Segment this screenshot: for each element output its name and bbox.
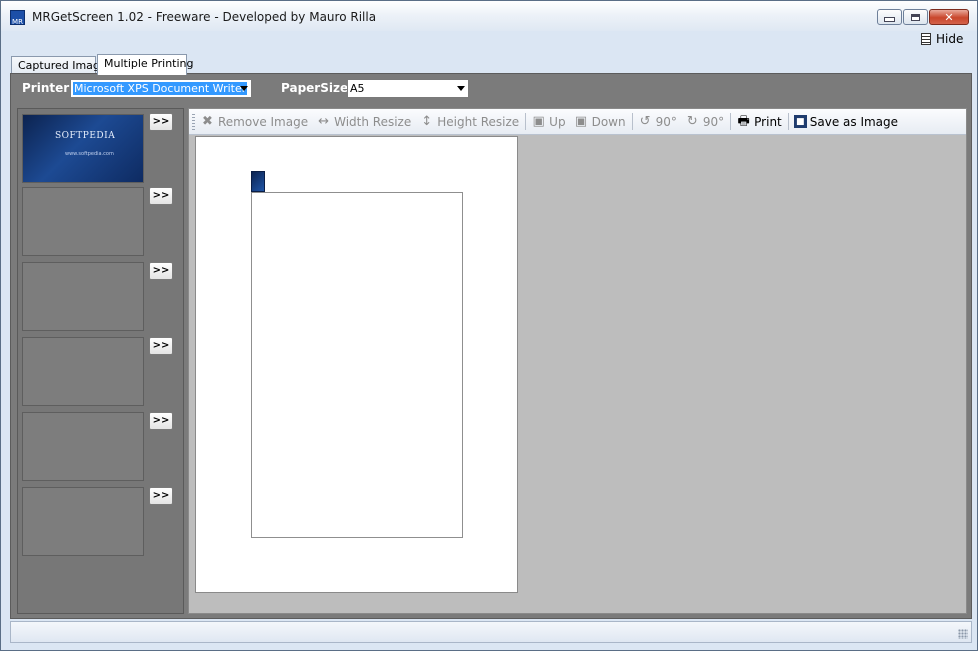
toolbar-grip[interactable] [192, 113, 195, 130]
thumbnail-slot-2[interactable] [22, 187, 144, 256]
hide-button[interactable]: Hide [921, 32, 963, 46]
add-to-page-button-5[interactable]: >> [149, 412, 173, 430]
close-button[interactable]: ✕ [929, 9, 969, 25]
up-label: Up [549, 114, 566, 129]
paper-page[interactable] [195, 136, 518, 593]
add-to-page-button-2[interactable]: >> [149, 187, 173, 205]
thumbnail-sub-text: www.softpedia.com [65, 151, 114, 157]
add-to-page-button-4[interactable]: >> [149, 337, 173, 355]
thumbnail-slot-4[interactable] [22, 337, 144, 406]
remove-image-button[interactable]: ✖ Remove Image [200, 114, 308, 129]
thumbnail-slot-1[interactable]: SOFTPEDIA www.softpedia.com [22, 114, 144, 183]
preview-toolbar: ✖ Remove Image ↔ Width Resize ↕ Height R… [189, 109, 966, 135]
multiple-printing-panel: Printer: Microsoft XPS Document Writer P… [10, 73, 972, 619]
status-bar [10, 621, 972, 643]
print-button[interactable]: 🖶 Print [736, 114, 782, 129]
app-icon: MR [10, 10, 25, 26]
document-icon [921, 33, 931, 45]
print-preview-area: ✖ Remove Image ↔ Width Resize ↕ Height R… [188, 108, 967, 614]
thumbnail-logo-text: SOFTPEDIA [55, 131, 116, 141]
width-resize-button[interactable]: ↔ Width Resize [316, 114, 411, 129]
window-controls: ✕ [876, 9, 969, 25]
add-to-page-button-1[interactable]: >> [149, 113, 173, 131]
height-resize-button[interactable]: ↕ Height Resize [419, 114, 519, 129]
save-as-image-label: Save as Image [809, 114, 899, 129]
tab-multiple-printing[interactable]: Multiple Printing [97, 54, 194, 75]
save-as-image-button[interactable]: ■ Save as Image [793, 114, 899, 129]
rotate-left-button[interactable]: ↺ 90° [638, 114, 677, 129]
bring-up-icon: ▣ [532, 114, 545, 129]
toolbar-separator [787, 113, 789, 130]
up-button[interactable]: ▣ Up [531, 114, 566, 129]
maximize-button[interactable] [903, 9, 928, 25]
width-resize-icon: ↔ [318, 114, 330, 129]
rotate-right-button[interactable]: ↻ 90° [685, 114, 724, 129]
app-window: MR MRGetScreen 1.02 - Freeware - Develop… [0, 0, 978, 651]
papersize-value: A5 [350, 82, 365, 95]
rotate-right-icon: ↻ [686, 114, 698, 129]
chevron-down-icon [457, 86, 465, 91]
thumbnail-slot-6[interactable] [22, 487, 144, 556]
add-to-page-button-6[interactable]: >> [149, 487, 173, 505]
close-icon: ✕ [944, 10, 954, 24]
rotate-left-label: 90° [655, 114, 677, 129]
thumbnail-slot-3[interactable] [22, 262, 144, 331]
toolbar-separator [525, 113, 527, 130]
printer-icon: 🖶 [737, 114, 750, 129]
height-resize-label: Height Resize [437, 114, 520, 129]
window-title: MRGetScreen 1.02 - Freeware - Developed … [32, 10, 377, 24]
papersize-select[interactable]: A5 [347, 79, 469, 98]
hide-label: Hide [936, 32, 964, 46]
toolbar-separator [631, 113, 633, 130]
rotate-left-icon: ↺ [639, 114, 651, 129]
rotate-right-label: 90° [702, 114, 725, 129]
remove-icon: ✖ [202, 114, 213, 129]
maximize-icon [911, 13, 920, 21]
send-down-icon: ▣ [574, 114, 588, 129]
resize-grip-icon[interactable] [958, 629, 968, 639]
down-button[interactable]: ▣ Down [574, 114, 626, 129]
floppy-disk-icon: ■ [793, 115, 807, 128]
printer-value: Microsoft XPS Document Writer [73, 82, 248, 95]
height-resize-icon: ↕ [421, 114, 433, 129]
add-to-page-button-3[interactable]: >> [149, 262, 173, 280]
printable-area-frame [251, 192, 463, 538]
title-bar[interactable]: MR MRGetScreen 1.02 - Freeware - Develop… [1, 1, 977, 31]
width-resize-label: Width Resize [334, 114, 412, 129]
tab-captured-image[interactable]: Captured Image [11, 56, 107, 74]
thumbnail-list[interactable]: SOFTPEDIA www.softpedia.com >> >> >> >> … [17, 108, 184, 614]
print-label: Print [754, 114, 782, 129]
chevron-down-icon [240, 86, 248, 91]
printer-label: Printer: [22, 81, 74, 95]
papersize-label: PaperSize: [281, 81, 353, 95]
placed-image[interactable] [251, 171, 265, 192]
thumbnail-slot-5[interactable] [22, 412, 144, 481]
printer-select[interactable]: Microsoft XPS Document Writer [70, 79, 252, 98]
down-label: Down [591, 114, 626, 129]
remove-image-label: Remove Image [218, 114, 309, 129]
app-icon-text: MR [12, 18, 23, 26]
minimize-button[interactable] [877, 9, 902, 25]
minimize-icon [884, 17, 895, 22]
toolbar-separator [730, 113, 732, 130]
